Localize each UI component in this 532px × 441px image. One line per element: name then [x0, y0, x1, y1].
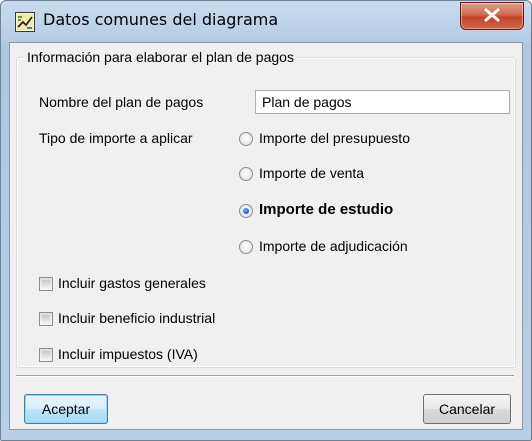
plan-name-label: Nombre del plan de pagos [39, 94, 204, 110]
radio-dot [243, 208, 249, 214]
groupbox-legend: Información para elaborar el plan de pag… [25, 49, 296, 65]
radio-button-selected[interactable] [239, 204, 253, 218]
checkbox[interactable] [39, 312, 53, 326]
amount-type-label: Tipo de importe a aplicar [39, 130, 193, 146]
checkbox-label[interactable]: Incluir gastos generales [58, 275, 206, 291]
close-button[interactable] [460, 2, 524, 30]
footer-separator [16, 375, 514, 377]
title-bar[interactable]: Datos comunes del diagrama [1, 1, 531, 43]
diagram-app-icon [15, 12, 35, 32]
close-icon [484, 8, 500, 22]
plan-name-input[interactable] [255, 90, 510, 114]
checkbox[interactable] [39, 277, 53, 291]
radio-label[interactable]: Importe de venta [259, 165, 364, 181]
radio-button[interactable] [239, 167, 253, 181]
checkbox-label[interactable]: Incluir impuestos (IVA) [58, 346, 198, 362]
dialog-window: Datos comunes del diagrama Información p… [0, 0, 532, 441]
plan-info-groupbox: Información para elaborar el plan de pag… [16, 49, 516, 368]
cancel-button[interactable]: Cancelar [423, 394, 511, 424]
radio-label[interactable]: Importe de estudio [259, 201, 393, 218]
radio-label[interactable]: Importe de adjudicación [259, 238, 408, 254]
checkbox-label[interactable]: Incluir beneficio industrial [58, 310, 215, 326]
radio-label[interactable]: Importe del presupuesto [259, 130, 410, 146]
window-title: Datos comunes del diagrama [43, 10, 279, 29]
dialog-body: Información para elaborar el plan de pag… [9, 42, 523, 430]
accept-button[interactable]: Aceptar [24, 394, 108, 424]
checkbox[interactable] [39, 348, 53, 362]
radio-button[interactable] [239, 132, 253, 146]
radio-button[interactable] [239, 240, 253, 254]
